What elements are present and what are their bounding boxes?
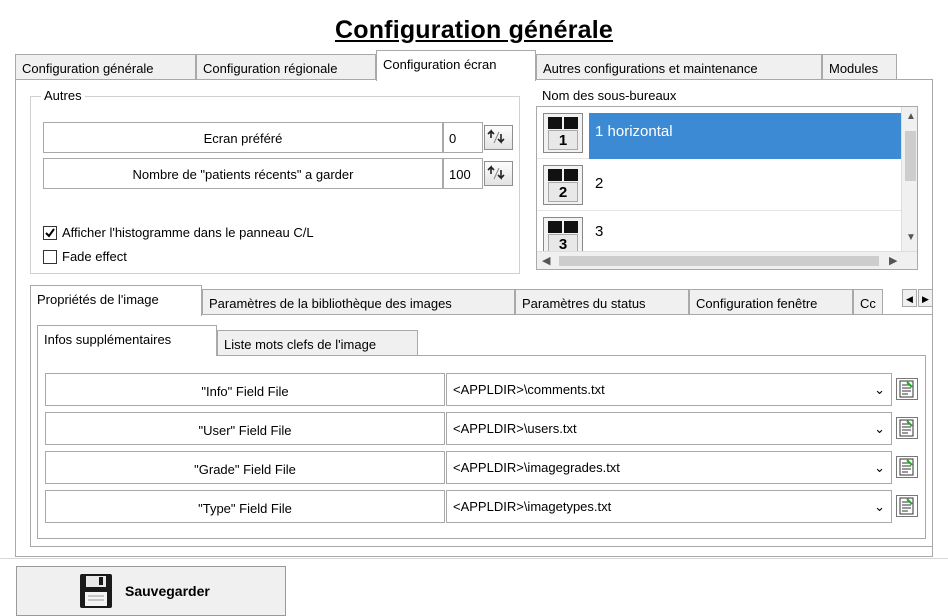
scroll-down-icon[interactable]: ▼ [906, 232, 916, 243]
list-item-label: 1 horizontal [589, 113, 911, 159]
tab-scroll-left-icon[interactable]: ◀ [902, 289, 917, 307]
autres-group-label: Autres [41, 88, 85, 103]
list-item-label: 2 [595, 175, 604, 192]
tab-configuration-regionale[interactable]: Configuration régionale [196, 54, 376, 80]
scrollbar-thumb[interactable] [905, 131, 916, 181]
ecran-prefere-label: Ecran préféré [43, 122, 443, 153]
user-field-file-select[interactable]: <APPLDIR>\users.txt ⌄ [446, 412, 892, 445]
info-field-file-select[interactable]: <APPLDIR>\comments.txt ⌄ [446, 373, 892, 406]
save-button[interactable]: Sauvegarder [16, 566, 286, 616]
list-item[interactable]: 1 1 horizontal [537, 107, 911, 159]
ecran-prefere-spinner[interactable] [484, 125, 513, 150]
spinner-arrows-icon [487, 129, 505, 144]
tab-infos-supplementaires[interactable]: Infos supplémentaires [37, 325, 217, 356]
fade-effect-checkbox-label[interactable]: Fade effect [62, 249, 127, 264]
tab-label: Liste mots clefs de l'image [224, 337, 377, 352]
desktop-number: 2 [548, 182, 578, 202]
page-title: Configuration générale [334, 16, 614, 44]
checkmark-icon [45, 228, 55, 238]
tab-scroll-right-icon[interactable]: ▶ [918, 289, 933, 307]
fade-effect-checkbox[interactable] [43, 250, 57, 264]
tab-label: Modules [829, 61, 879, 76]
browse-file-icon[interactable] [896, 495, 918, 517]
scroll-up-icon[interactable]: ▲ [906, 111, 916, 122]
browse-file-icon[interactable] [896, 456, 918, 478]
spinner-arrows-icon [487, 165, 505, 180]
tab-label: Configuration générale [22, 61, 154, 76]
patients-recents-input[interactable]: 100 [443, 158, 483, 189]
save-button-label: Sauvegarder [125, 583, 210, 599]
tab-label: Paramètres du status [522, 296, 646, 311]
histogram-checkbox-label[interactable]: Afficher l'histogramme dans le panneau C… [62, 225, 314, 240]
tab-autres-configurations[interactable]: Autres configurations et maintenance [536, 54, 822, 80]
scroll-right-icon[interactable]: ▶ [889, 254, 897, 267]
grade-field-file-select[interactable]: <APPLDIR>\imagegrades.txt ⌄ [446, 451, 892, 484]
horizontal-scrollbar[interactable]: ◀ ▶ [537, 251, 917, 269]
chevron-down-icon: ⌄ [874, 382, 885, 397]
tab-label: Configuration régionale [203, 61, 338, 76]
sous-bureaux-label: Nom des sous-bureaux [539, 88, 680, 103]
list-item-label: 3 [595, 223, 604, 240]
patients-recents-label: Nombre de "patients récents" a garder [43, 158, 443, 189]
tab-cc[interactable]: Cc [853, 289, 883, 315]
desktop-layout-icon: 2 [543, 165, 583, 205]
desktop-number: 1 [548, 130, 578, 150]
tab-label: Propriétés de l'image [37, 292, 159, 307]
type-field-file-label: "Type" Field File [45, 490, 445, 523]
divider [0, 558, 948, 559]
tab-liste-mots-clefs[interactable]: Liste mots clefs de l'image [217, 330, 418, 356]
histogram-checkbox[interactable] [43, 226, 57, 240]
sous-bureaux-list[interactable]: 1 1 horizontal 2 2 3 3 ▲ ▼ ◀ ▶ [536, 106, 918, 270]
info-field-file-label: "Info" Field File [45, 373, 445, 406]
select-value: <APPLDIR>\comments.txt [453, 382, 605, 397]
tab-label: Configuration écran [383, 57, 497, 72]
desktop-layout-icon: 1 [543, 113, 583, 153]
scrollbar-thumb[interactable] [559, 256, 879, 266]
tab-configuration-fenetre[interactable]: Configuration fenêtre [689, 289, 853, 315]
tab-configuration-generale[interactable]: Configuration générale [15, 54, 196, 80]
tab-label: Cc [860, 296, 876, 311]
tab-label: Autres configurations et maintenance [543, 61, 758, 76]
browse-file-icon[interactable] [896, 417, 918, 439]
tab-parametres-status[interactable]: Paramètres du status [515, 289, 689, 315]
tab-modules[interactable]: Modules [822, 54, 897, 80]
tab-configuration-ecran[interactable]: Configuration écran [376, 50, 536, 81]
list-item[interactable]: 3 3 [537, 211, 902, 251]
floppy-disk-icon [80, 574, 112, 608]
select-value: <APPLDIR>\imagegrades.txt [453, 460, 620, 475]
grade-field-file-label: "Grade" Field File [45, 451, 445, 484]
patients-recents-spinner[interactable] [484, 161, 513, 186]
scroll-left-icon[interactable]: ◀ [542, 254, 550, 267]
chevron-down-icon: ⌄ [874, 460, 885, 475]
select-value: <APPLDIR>\users.txt [453, 421, 577, 436]
desktop-number: 3 [548, 234, 578, 251]
user-field-file-label: "User" Field File [45, 412, 445, 445]
tab-label: Infos supplémentaires [44, 332, 172, 347]
chevron-down-icon: ⌄ [874, 421, 885, 436]
select-value: <APPLDIR>\imagetypes.txt [453, 499, 612, 514]
tab-label: Paramètres de la bibliothèque des images [209, 296, 452, 311]
list-item[interactable]: 2 2 [537, 159, 902, 211]
tab-proprietes-image[interactable]: Propriétés de l'image [30, 285, 202, 316]
vertical-scrollbar[interactable]: ▲ ▼ [901, 107, 917, 251]
tab-parametres-bibliotheque[interactable]: Paramètres de la bibliothèque des images [202, 289, 515, 315]
desktop-layout-icon: 3 [543, 217, 583, 251]
ecran-prefere-input[interactable]: 0 [443, 122, 483, 153]
browse-file-icon[interactable] [896, 378, 918, 400]
type-field-file-select[interactable]: <APPLDIR>\imagetypes.txt ⌄ [446, 490, 892, 523]
chevron-down-icon: ⌄ [874, 499, 885, 514]
tab-label: Configuration fenêtre [696, 296, 818, 311]
